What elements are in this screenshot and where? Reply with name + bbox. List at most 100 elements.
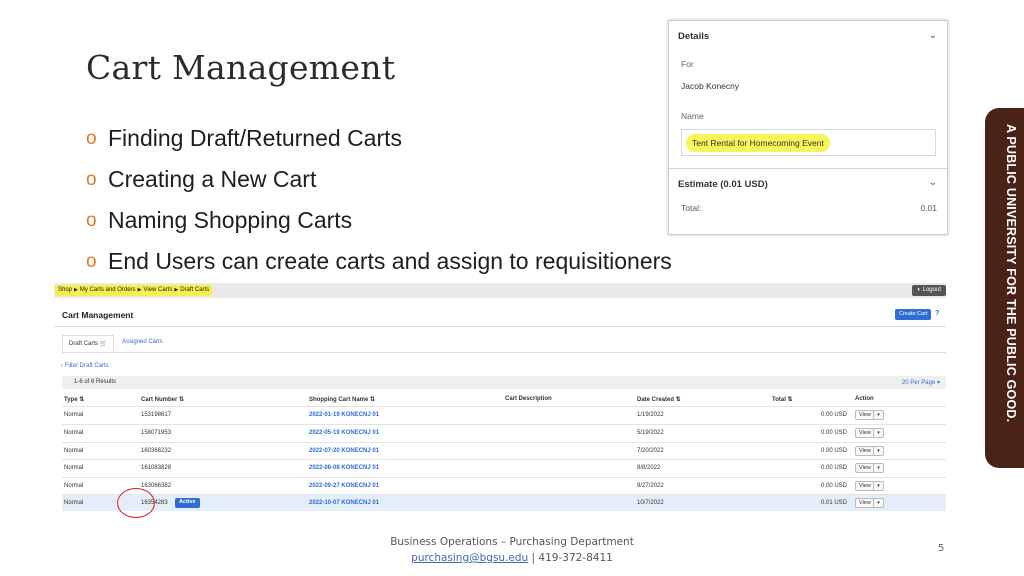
page-number: 5: [938, 543, 945, 554]
cell-date: 7/20/2022: [637, 448, 664, 454]
active-status-badge: Active: [175, 498, 200, 508]
create-cart-button[interactable]: Create Cart: [895, 309, 932, 320]
bullet-list: o Finding Draft/Returned Carts o Creating …: [86, 118, 672, 282]
cell-total: 0.00 USD: [821, 430, 848, 436]
cell-cart-number: 153198617: [141, 412, 172, 418]
breadcrumb-item[interactable]: View Carts: [143, 287, 172, 293]
breadcrumb-item[interactable]: My Carts and Orders: [80, 287, 136, 293]
cell-type: Normal: [64, 465, 84, 471]
bullet-text: Creating a New Cart: [108, 166, 317, 192]
filter-draft-carts-link[interactable]: › Filter Draft Carts: [61, 363, 109, 369]
chevron-down-icon[interactable]: ⌄: [929, 177, 937, 188]
breadcrumb-item[interactable]: Shop: [58, 287, 72, 293]
bullet-item: o Naming Shopping Carts: [86, 200, 672, 241]
slide-footer: Business Operations – Purchasing Departm…: [0, 534, 1024, 566]
cell-date: 10/7/2022: [637, 500, 664, 506]
total-value: 0.01: [920, 203, 937, 213]
details-header: Details: [678, 31, 710, 42]
column-header-cart-number[interactable]: Cart Number ⇅: [141, 396, 184, 403]
bullet-item: o Finding Draft/Returned Carts: [86, 118, 672, 159]
chevron-down-icon[interactable]: ▾: [873, 446, 884, 456]
divider: [54, 326, 946, 327]
cell-total: 0.00 USD: [821, 465, 848, 471]
breadcrumb-separator-icon: ▶: [174, 287, 179, 293]
bullet-item: o Creating a New Cart: [86, 159, 672, 200]
cell-date: 9/27/2022: [637, 483, 664, 489]
page-title: Cart Management: [62, 310, 134, 320]
chevron-down-icon[interactable]: ▾: [873, 463, 884, 473]
table-row: Normal 153198617 2022-01-19 KONECNJ 01 1…: [62, 406, 946, 423]
breadcrumb-bar: Shop ▶ My Carts and Orders ▶ View Carts ▶ Draf…: [54, 283, 946, 298]
footer-email-link[interactable]: purchasing@bgsu.edu: [411, 552, 528, 564]
chevron-down-icon[interactable]: ▾: [873, 498, 884, 508]
cart-name-link[interactable]: 2022-05-19 KONECNJ 01: [309, 430, 379, 436]
divider: [669, 168, 947, 169]
cart-name-link[interactable]: 2022-10-07 KONECNJ 01: [309, 500, 379, 506]
results-count: 1-6 of 6 Results: [74, 379, 117, 385]
bullet-marker: o: [86, 127, 97, 149]
university-banner: A PUBLIC UNIVERSITY FOR THE PUBLIC GOOD.: [985, 108, 1024, 468]
annotation-circle: [117, 488, 155, 518]
cell-cart-number: 160366232: [141, 448, 172, 454]
chevron-down-icon[interactable]: ▾: [873, 428, 884, 438]
cell-total: 0.00 USD: [821, 483, 848, 489]
cell-type: Normal: [64, 483, 84, 489]
logout-button[interactable]: ◐ Logout: [912, 285, 946, 296]
cell-type: Normal: [64, 448, 84, 454]
view-button[interactable]: View: [855, 463, 875, 473]
cell-cart-number: 163066382: [141, 483, 172, 489]
cell-date: 5/19/2022: [637, 430, 664, 436]
cell-total: 0.00 USD: [821, 412, 848, 418]
cart-name-value: Tent Rental for Homecoming Event: [686, 134, 830, 152]
table-row: Normal 161083828 2022-08-08 KONECNJ 01 8…: [62, 459, 946, 476]
cart-name-link[interactable]: 2022-07-20 KONECNJ 01: [309, 448, 379, 454]
details-panel: Details ⌄ For Jacob Konecny Name Tent Re…: [668, 20, 948, 235]
cell-type: Normal: [64, 412, 84, 418]
column-header-cart-name[interactable]: Shopping Cart Name ⇅: [309, 396, 375, 403]
view-button[interactable]: View: [855, 481, 875, 491]
table-row: Normal 163066382 2022-09-27 KONECNJ 01 9…: [62, 477, 946, 494]
chevron-down-icon[interactable]: ⌄: [929, 30, 937, 41]
for-label: For: [681, 59, 694, 69]
cart-name-field[interactable]: Tent Rental for Homecoming Event: [681, 129, 936, 156]
view-button[interactable]: View: [855, 446, 875, 456]
bullet-marker: o: [86, 168, 97, 190]
chevron-down-icon[interactable]: ▾: [873, 481, 884, 491]
cart-name-link[interactable]: 2022-08-08 KONECNJ 01: [309, 465, 379, 471]
view-button[interactable]: View: [855, 410, 875, 420]
footer-contact: purchasing@bgsu.edu | 419-372-8411: [0, 550, 1024, 566]
column-header-action: Action: [855, 396, 874, 402]
column-header-total[interactable]: Total ⇅: [772, 396, 793, 403]
banner-text: A PUBLIC UNIVERSITY FOR THE PUBLIC GOOD.: [1004, 124, 1018, 423]
chevron-down-icon[interactable]: ▾: [873, 410, 884, 420]
slide-title: Cart Management: [86, 48, 396, 87]
column-header-description: Cart Description: [505, 396, 552, 402]
tab-draft-carts[interactable]: Draft Carts 🛒: [62, 335, 115, 352]
cart-name-link[interactable]: 2022-09-27 KONECNJ 01: [309, 483, 379, 489]
help-icon[interactable]: ?: [935, 310, 939, 317]
tab-assigned-carts[interactable]: Assigned Carts: [116, 335, 169, 352]
bullet-text: Finding Draft/Returned Carts: [108, 125, 403, 151]
column-header-date[interactable]: Date Created ⇅: [637, 396, 681, 403]
tab-underline: [62, 352, 946, 353]
view-button[interactable]: View: [855, 428, 875, 438]
breadcrumb-separator-icon: ▶: [74, 287, 78, 293]
footer-department: Business Operations – Purchasing Departm…: [390, 536, 634, 548]
per-page-select[interactable]: 20 Per Page ▾: [902, 379, 940, 386]
table-header: Type ⇅ Cart Number ⇅ Shopping Cart Name …: [62, 393, 946, 406]
cell-cart-number: 161083828: [141, 465, 172, 471]
cell-date: 8/8/2022: [637, 465, 661, 471]
breadcrumb-item[interactable]: Draft Carts: [180, 287, 209, 293]
cell-type: Normal: [64, 500, 84, 506]
bullet-marker: o: [86, 209, 97, 231]
bullet-text: Naming Shopping Carts: [108, 207, 353, 233]
column-header-type[interactable]: Type ⇅: [64, 396, 84, 403]
cell-total: 0.01 USD: [821, 500, 848, 506]
table-row: Normal 160366232 2022-07-20 KONECNJ 01 7…: [62, 442, 946, 459]
view-button[interactable]: View: [855, 498, 875, 508]
cart-name-link[interactable]: 2022-01-19 KONECNJ 01: [309, 412, 379, 418]
estimate-header: Estimate (0.01 USD): [678, 179, 768, 190]
results-bar: 1-6 of 6 Results 20 Per Page ▾: [62, 376, 946, 389]
name-label: Name: [681, 111, 704, 121]
cell-type: Normal: [64, 430, 84, 436]
